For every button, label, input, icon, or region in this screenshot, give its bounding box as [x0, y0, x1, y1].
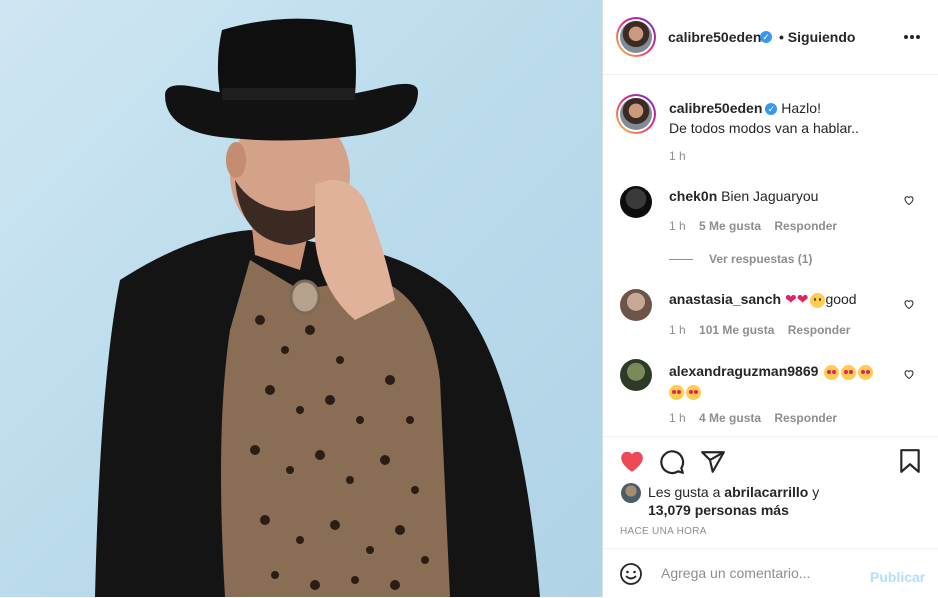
post-header: calibre50eden ✓ • Siguiendo	[603, 0, 938, 75]
reply-button[interactable]: Responder	[774, 219, 837, 233]
comment-like-heart-icon[interactable]	[903, 368, 915, 380]
comment-text: good	[825, 291, 857, 307]
commenter-avatar[interactable]	[620, 186, 652, 218]
more-options-icon[interactable]	[903, 34, 921, 40]
comment-text: Bien Jaguaryou	[721, 188, 819, 204]
comment-2: anastasia_sanch ❤❤ good	[669, 291, 857, 308]
publish-button[interactable]: Publicar	[870, 569, 925, 585]
comment-username[interactable]: chek0n	[669, 188, 717, 204]
comment-time[interactable]: 1 h	[669, 323, 686, 337]
author-avatar[interactable]	[616, 17, 656, 57]
reply-button[interactable]: Responder	[788, 323, 851, 337]
author-username[interactable]: calibre50eden	[668, 29, 761, 45]
post-photo[interactable]	[0, 0, 602, 597]
comment-3-meta: 1 h 4 Me gusta Responder	[669, 411, 837, 425]
comment-username[interactable]: anastasia_sanch	[669, 291, 781, 307]
star-struck-emoji	[841, 364, 857, 380]
comment-2-meta: 1 h 101 Me gusta Responder	[669, 323, 850, 337]
comment-username[interactable]: alexandraguzman9869	[669, 363, 818, 379]
star-struck-emoji	[669, 384, 684, 400]
caption: calibre50eden ✓ Hazlo! De todos modos van…	[669, 98, 919, 138]
liker-username[interactable]: abrilacarrillo	[724, 484, 808, 500]
caption-time[interactable]: 1 h	[669, 149, 686, 163]
view-replies-label[interactable]: Ver respuestas (1)	[709, 252, 812, 266]
caption-text-line2: De todos modos van a hablar..	[669, 120, 859, 136]
comment-icon[interactable]	[659, 449, 685, 475]
verified-badge-icon: ✓	[760, 31, 772, 43]
caption-username[interactable]: calibre50eden	[669, 100, 762, 116]
comment-time[interactable]: 1 h	[669, 411, 686, 425]
star-struck-emoji	[824, 364, 840, 380]
post-timestamp[interactable]: HACE UNA HORA	[620, 526, 707, 537]
comment-3: alexandraguzman9869	[669, 361, 889, 401]
comment-1: chek0n Bien Jaguaryou	[669, 188, 818, 204]
view-replies-line	[669, 259, 693, 261]
bookmark-icon[interactable]	[899, 448, 921, 474]
likes-summary: Les gusta a abrilacarrillo y 13,079 pers…	[648, 483, 819, 519]
comment-like-heart-icon[interactable]	[903, 298, 915, 310]
post-actions-section: Les gusta a abrilacarrillo y 13,079 pers…	[603, 436, 938, 549]
heart-filled-icon[interactable]	[619, 449, 645, 473]
following-status[interactable]: • Siguiendo	[779, 29, 855, 45]
comment-time[interactable]: 1 h	[669, 219, 686, 233]
emoji-icon[interactable]	[619, 562, 643, 586]
likes-count[interactable]: 13,079 personas más	[648, 502, 789, 518]
smiley-emoji	[810, 292, 826, 308]
post-photo-illustration	[95, 18, 540, 597]
comment-likes[interactable]: 101 Me gusta	[699, 323, 774, 337]
comment-likes[interactable]: 4 Me gusta	[699, 411, 761, 425]
add-comment-bar: Publicar	[603, 548, 938, 598]
star-struck-emoji	[858, 364, 874, 380]
post-details-panel: calibre50eden ✓ • Siguiendo calibre50ede…	[602, 0, 938, 597]
red-heart-emoji: ❤	[796, 291, 809, 307]
view-replies[interactable]: Ver respuestas (1)	[669, 252, 812, 266]
comment-1-meta: 1 h 5 Me gusta Responder	[669, 219, 837, 233]
commenter-avatar[interactable]	[620, 359, 652, 391]
reply-button[interactable]: Responder	[774, 411, 837, 425]
share-icon[interactable]	[700, 449, 726, 475]
comment-like-heart-icon[interactable]	[903, 194, 915, 206]
liker-avatar[interactable]	[621, 483, 641, 503]
comment-likes[interactable]: 5 Me gusta	[699, 219, 761, 233]
commenter-avatar[interactable]	[620, 289, 652, 321]
star-struck-emoji	[686, 384, 701, 400]
instagram-post-modal: calibre50eden ✓ • Siguiendo calibre50ede…	[0, 0, 938, 597]
caption-avatar[interactable]	[616, 94, 656, 134]
verified-badge-icon: ✓	[765, 103, 778, 116]
likes-prefix: Les gusta a	[648, 484, 725, 500]
caption-text-line1: Hazlo!	[781, 100, 821, 116]
red-heart-emoji: ❤	[784, 291, 797, 307]
comment-input[interactable]	[659, 564, 863, 582]
likes-and: y	[808, 484, 820, 500]
